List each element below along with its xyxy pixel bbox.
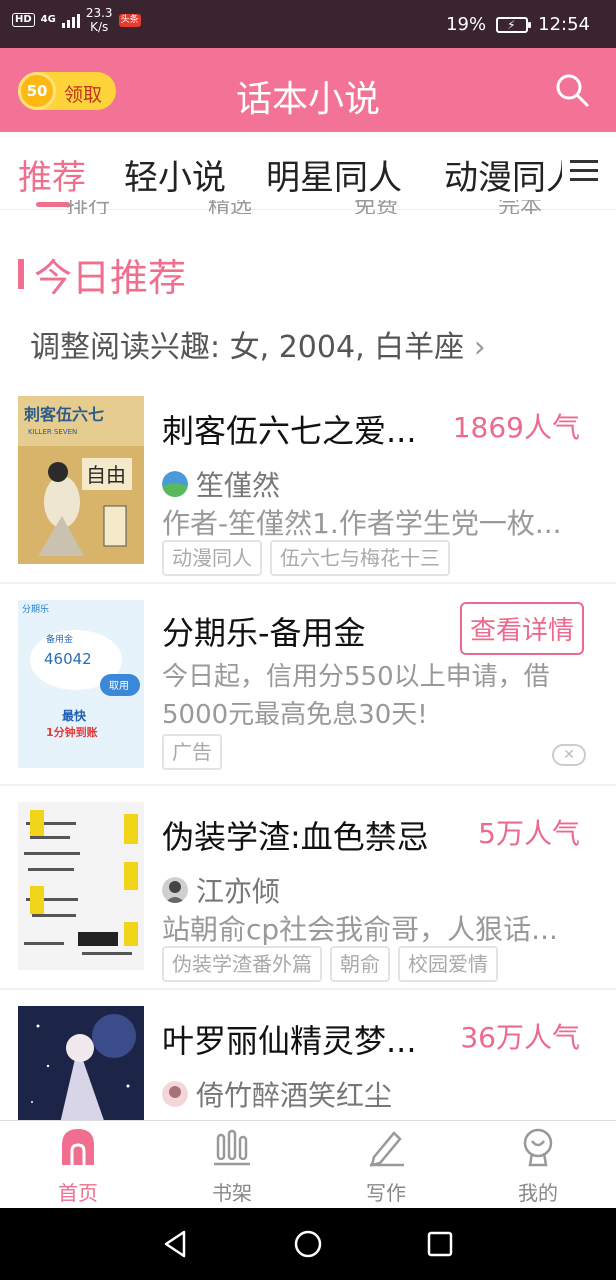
book-popularity: 5万人气	[478, 817, 580, 850]
book-description: 站朝俞cp社会我俞哥，人狠话...	[162, 913, 558, 946]
tab-celebrity-fanfic[interactable]: 明星同人	[266, 150, 402, 199]
nav-home-label: 首页	[58, 1181, 98, 1205]
category-tabs: 推荐 轻小说 明星同人 动漫同人	[0, 132, 616, 210]
book-popularity: 1869人气	[452, 411, 580, 444]
nav-home[interactable]: 首页	[18, 1127, 138, 1206]
nav-profile-label: 我的	[518, 1181, 558, 1205]
adjust-interest-link[interactable]: 调整阅读兴趣: 女, 2004, 白羊座 ›	[30, 322, 486, 366]
ad-title: 分期乐-备用金	[162, 614, 366, 652]
author-avatar	[162, 471, 188, 497]
book-tags: 伪装学渣番外篇 朝俞 校园爱情	[162, 946, 498, 982]
ad-img-brand: 分期乐	[22, 603, 49, 615]
ad-img-label: 备用金	[46, 633, 73, 645]
book-tags: 动漫同人 伍六七与梅花十三	[162, 540, 450, 576]
home-button-icon[interactable]	[292, 1228, 324, 1260]
sub-tab-completed[interactable]: 完本	[498, 200, 542, 214]
status-right: 19% ⚡ 12:54	[446, 14, 590, 35]
bottom-navigation: 首页 书架 写作 我的	[0, 1120, 616, 1208]
tab-anime-fanfic[interactable]: 动漫同人	[444, 150, 580, 199]
nav-write[interactable]: 写作	[326, 1127, 446, 1206]
tab-light-novel[interactable]: 轻小说	[124, 150, 226, 199]
book-tag[interactable]: 伪装学渣番外篇	[162, 946, 322, 982]
section-header: 今日推荐	[18, 250, 186, 300]
cover-subtitle: KILLER SEVEN	[28, 428, 77, 436]
book-cover: 刺客伍六七 KILLER SEVEN 自由	[18, 396, 144, 564]
status-left: HD 4G 23.3 K/s 头条	[12, 6, 141, 34]
book-description: 作者-笙僅然1.作者学生党一枚...	[162, 507, 562, 540]
nav-profile[interactable]: 我的	[478, 1127, 598, 1206]
speed-unit: K/s	[90, 20, 109, 34]
author-avatar	[162, 1081, 188, 1107]
sub-tabs-partial: 排行 精选 免费 完本	[0, 200, 616, 214]
sub-tab-free[interactable]: 免费	[354, 200, 398, 214]
author-name: 倚竹醉酒笑红尘	[196, 1079, 393, 1112]
nav-write-label: 写作	[366, 1181, 406, 1205]
back-icon[interactable]	[160, 1228, 192, 1260]
ad-img-slogan: 最快	[62, 708, 87, 723]
section-accent-bar	[18, 259, 24, 289]
ad-label: 广告	[162, 734, 222, 770]
ad-img-amount: 46042	[44, 650, 92, 668]
ad-img-button: 取用	[109, 680, 129, 692]
battery-icon: ⚡	[496, 16, 532, 33]
sub-tab-ranking[interactable]: 排行	[66, 200, 110, 214]
interest-text: 调整阅读兴趣: 女, 2004, 白羊座	[30, 330, 465, 365]
menu-icon[interactable]	[562, 154, 606, 194]
search-icon[interactable]	[554, 72, 590, 108]
book-popularity: 36万人气	[460, 1021, 580, 1054]
chevron-right-icon: ›	[473, 330, 486, 365]
network-speed: 23.3 K/s	[86, 6, 113, 34]
book-cover	[18, 1006, 144, 1132]
ad-img-slogan: 1分钟到账	[46, 725, 98, 739]
nav-bookshelf-label: 书架	[212, 1181, 252, 1205]
book-cover	[18, 802, 144, 970]
sub-tab-featured[interactable]: 精选	[208, 200, 252, 214]
author-name: 江亦倾	[196, 875, 281, 908]
book-author: 笙僅然	[162, 464, 280, 504]
book-tag[interactable]: 朝俞	[330, 946, 390, 982]
bookshelf-icon	[214, 1129, 250, 1166]
clock: 12:54	[538, 14, 590, 35]
author-avatar	[162, 877, 188, 903]
book-author: 倚竹醉酒笑红尘	[162, 1074, 392, 1114]
book-card[interactable]: 伪装学渣:血色禁忌 5万人气 江亦倾 站朝俞cp社会我俞哥，人狠话... 伪装学…	[0, 790, 616, 990]
ad-image: 分期乐 备用金 46042 取用 最快 1分钟到账	[18, 600, 144, 768]
system-navigation-bar	[0, 1208, 616, 1280]
app-title: 话本小说	[235, 79, 380, 120]
book-title: 刺客伍六七之爱...	[162, 412, 417, 450]
book-author: 江亦倾	[162, 870, 280, 910]
recents-icon[interactable]	[424, 1228, 456, 1260]
book-title: 叶罗丽仙精灵梦...	[162, 1022, 417, 1060]
battery-percent: 19%	[446, 14, 487, 35]
ad-tags: 广告	[162, 734, 222, 770]
author-name: 笙僅然	[196, 469, 281, 502]
close-ad-icon[interactable]: ✕	[552, 744, 586, 766]
book-tag[interactable]: 伍六七与梅花十三	[270, 540, 450, 576]
network-label: 4G	[40, 14, 56, 25]
tab-recommend[interactable]: 推荐	[18, 150, 86, 199]
profile-icon	[523, 1128, 553, 1167]
cover-title: 刺客伍六七	[23, 405, 104, 424]
cover-text: 自由	[86, 463, 126, 487]
news-app-icon: 头条	[118, 13, 141, 27]
book-title: 伪装学渣:血色禁忌	[162, 818, 429, 856]
book-tag[interactable]: 校园爱情	[398, 946, 498, 982]
view-details-button[interactable]: 查看详情	[459, 602, 584, 655]
app-header: 50 领取 话本小说	[0, 48, 616, 132]
nav-bookshelf[interactable]: 书架	[172, 1127, 292, 1206]
pen-icon	[370, 1131, 404, 1167]
book-card[interactable]: 刺客伍六七 KILLER SEVEN 自由 刺客伍六七之爱... 1869人气 …	[0, 384, 616, 584]
status-bar: HD 4G 23.3 K/s 头条 19% ⚡ 12:54	[0, 0, 616, 48]
speed-value: 23.3	[85, 6, 113, 20]
home-icon	[62, 1129, 94, 1165]
ad-description: 今日起，信用分550以上申请，借5000元最高免息30天!	[162, 662, 550, 730]
book-tag[interactable]: 动漫同人	[162, 540, 262, 576]
ad-card[interactable]: 分期乐 备用金 46042 取用 最快 1分钟到账 分期乐-备用金 查看详情 今…	[0, 586, 616, 786]
hd-indicator: HD	[12, 13, 35, 27]
section-title: 今日推荐	[34, 255, 187, 300]
signal-icon	[61, 12, 80, 28]
